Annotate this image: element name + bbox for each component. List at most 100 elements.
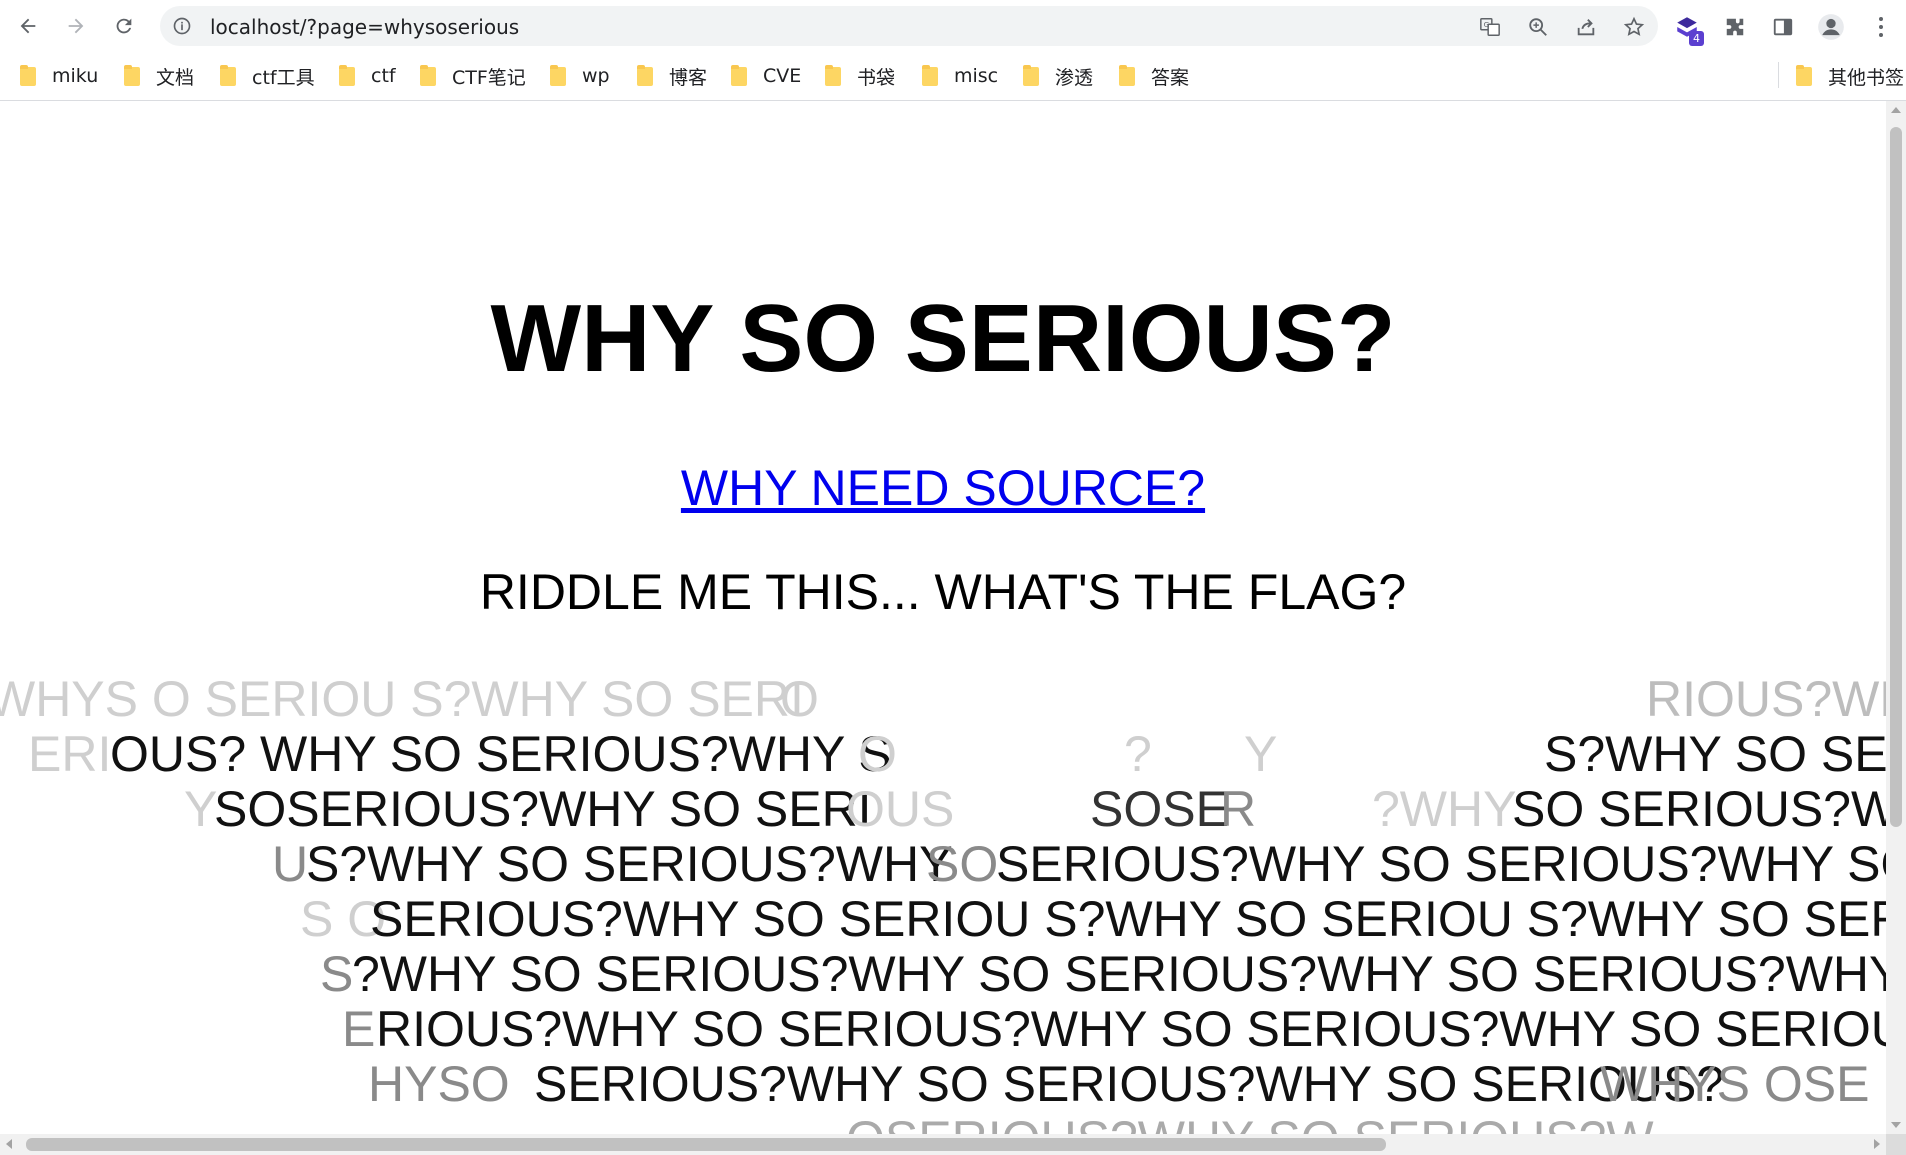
bookmark-label: ctf [371, 65, 396, 87]
folder-icon [1796, 64, 1812, 86]
bookmark-answers[interactable]: 答案 [1119, 64, 1189, 89]
wall-line-8b: SERIOUS?WHY SO SERIOUS?WHY SO SERIOUS? [534, 1056, 1725, 1112]
wall-line-7a: E [342, 1001, 376, 1057]
wall-line-2e: Y [1244, 726, 1278, 782]
bookmark-docs[interactable]: 文档 [124, 64, 195, 89]
bookmark-label: wp [582, 65, 610, 87]
folder-icon [20, 64, 36, 86]
folder-icon [124, 64, 140, 86]
menu-kebab-icon[interactable] [1866, 12, 1896, 42]
wall-line-4a: U [272, 836, 309, 892]
wall-line-4d: SERIOUS?WHY SO SERIOUS?WHY SO [996, 836, 1886, 892]
extension-purple-icon[interactable]: 4 [1672, 12, 1704, 46]
folder-icon [1119, 64, 1135, 86]
bookmark-label: 其他书签 [1828, 66, 1905, 89]
bookmark-label: CTF笔记 [452, 66, 526, 89]
wall-line-2c: O [858, 726, 897, 782]
bookmark-label: miku [52, 65, 99, 87]
info-icon[interactable] [172, 16, 192, 36]
browser-toolbar: localhost/?page=whysoserious G 4 [0, 0, 1906, 52]
folder-icon [637, 64, 653, 86]
horizontal-scroll-thumb[interactable] [26, 1138, 1386, 1151]
bookmark-cve[interactable]: CVE [731, 64, 801, 88]
source-link-container: WHY NEED SOURCE? [0, 463, 1886, 513]
bookmark-label: 博客 [669, 66, 708, 89]
wall-line-3f: ?WHY [1372, 781, 1517, 837]
scroll-right-arrow-icon[interactable] [1874, 1139, 1880, 1149]
wall-line-2d: ? [1124, 726, 1152, 782]
vertical-scroll-thumb[interactable] [1890, 127, 1902, 827]
folder-icon [731, 64, 747, 86]
bookmark-label: misc [954, 65, 999, 87]
forward-button[interactable] [60, 10, 92, 42]
folder-icon [1023, 64, 1039, 86]
wall-line-2b: OUS? WHY SO SERIOUS?WHY S [110, 726, 892, 782]
forward-arrow-icon [68, 18, 84, 34]
wall-line-5b: SERIOUS?WHY SO SERIOU S?WHY SO SERIOU S?… [370, 891, 1886, 947]
riddle-text: RIDDLE ME THIS... WHAT'S THE FLAG? [479, 564, 1407, 620]
zoom-icon[interactable] [1526, 15, 1550, 39]
folder-icon [420, 64, 436, 86]
wall-line-3d: SOSE [1090, 781, 1229, 837]
bookmark-miku[interactable]: miku [20, 64, 98, 88]
bookmark-ctf[interactable]: ctf [339, 64, 396, 88]
url-text[interactable]: localhost/?page=whysoserious [210, 15, 519, 39]
bookmark-label: ctf工具 [252, 66, 315, 89]
scrollbar-corner [1886, 1134, 1906, 1155]
address-bar[interactable]: localhost/?page=whysoserious G [160, 6, 1658, 46]
wall-line-1c: RIOUS?WH [1646, 671, 1886, 727]
page-viewport: WHY SO SERIOUS? WHY NEED SOURCE? RIDDLE … [0, 101, 1886, 1134]
wall-line-7b: RIOUS?WHY SO SERIOUS?WHY SO SERIOUS?WHY … [376, 1001, 1886, 1057]
wall-line-1b: O [780, 671, 819, 727]
wall-line-2f: S?WHY SO SER [1544, 726, 1886, 782]
folder-icon [825, 64, 841, 86]
scroll-down-arrow-icon[interactable] [1891, 1122, 1901, 1128]
wall-line-8a: HYSO [368, 1056, 510, 1112]
wall-line-9: OSERIOUS?WHY SO SERIOUS?W [846, 1114, 1654, 1134]
reload-icon [116, 18, 132, 34]
folder-icon [550, 64, 566, 86]
wall-line-4c: SO [926, 836, 999, 892]
bookmark-pentest[interactable]: 渗透 [1023, 64, 1094, 89]
svg-text:G: G [1484, 20, 1490, 29]
folder-icon [339, 64, 355, 86]
back-button[interactable] [12, 10, 44, 42]
bookmark-wp[interactable]: wp [550, 64, 610, 88]
side-panel-icon[interactable] [1768, 12, 1798, 42]
scroll-left-arrow-icon[interactable] [6, 1139, 12, 1149]
wall-line-3b: SOSERIOUS?WHY SO SERI [214, 781, 872, 837]
bookmark-label: 渗透 [1055, 66, 1094, 89]
wall-line-3g: SO SERIOUS?WH [1512, 781, 1886, 837]
reload-button[interactable] [108, 10, 140, 42]
bookmark-bookbag[interactable]: 书袋 [825, 64, 896, 89]
vertical-scrollbar[interactable] [1886, 101, 1906, 1134]
bookmark-other[interactable]: 其他书签 [1796, 64, 1905, 89]
why-need-source-link[interactable]: WHY NEED SOURCE? [681, 460, 1205, 516]
wall-line-6b: ?WHY SO SERIOUS?WHY SO SERIOUS?WHY SO SE… [352, 946, 1886, 1002]
bookmark-ctf-notes[interactable]: CTF笔记 [420, 64, 526, 89]
extension-badge: 4 [1689, 31, 1704, 46]
bookmark-blog[interactable]: 博客 [637, 64, 708, 89]
bookmark-label: 文档 [156, 66, 195, 89]
bookmarks-bar: miku 文档 ctf工具 ctf CTF笔记 wp 博客 CVE 书袋 mis… [0, 52, 1906, 101]
wall-line-3e: R [1220, 781, 1257, 837]
page-title: WHY SO SERIOUS? [490, 285, 1396, 392]
horizontal-scrollbar[interactable] [0, 1134, 1886, 1155]
bookmark-separator [1778, 62, 1779, 88]
wall-line-6a: S [320, 946, 354, 1002]
folder-icon [220, 64, 236, 86]
bookmark-misc[interactable]: misc [922, 64, 998, 88]
bookmark-label: 书袋 [857, 66, 896, 89]
bookmark-star-icon[interactable] [1622, 15, 1646, 39]
share-icon[interactable] [1574, 15, 1598, 39]
wall-line-4b: S?WHY SO SERIOUS?WHY [306, 836, 953, 892]
bookmark-label: CVE [763, 65, 802, 87]
profile-avatar-icon[interactable] [1816, 12, 1846, 42]
scroll-up-arrow-icon[interactable] [1891, 107, 1901, 113]
back-arrow-icon [20, 18, 36, 34]
extensions-puzzle-icon[interactable] [1720, 12, 1750, 42]
folder-icon [922, 64, 938, 86]
bookmark-ctf-tools[interactable]: ctf工具 [220, 64, 315, 89]
wall-line-3c: OUS [846, 781, 955, 837]
translate-icon[interactable]: G [1478, 15, 1502, 39]
